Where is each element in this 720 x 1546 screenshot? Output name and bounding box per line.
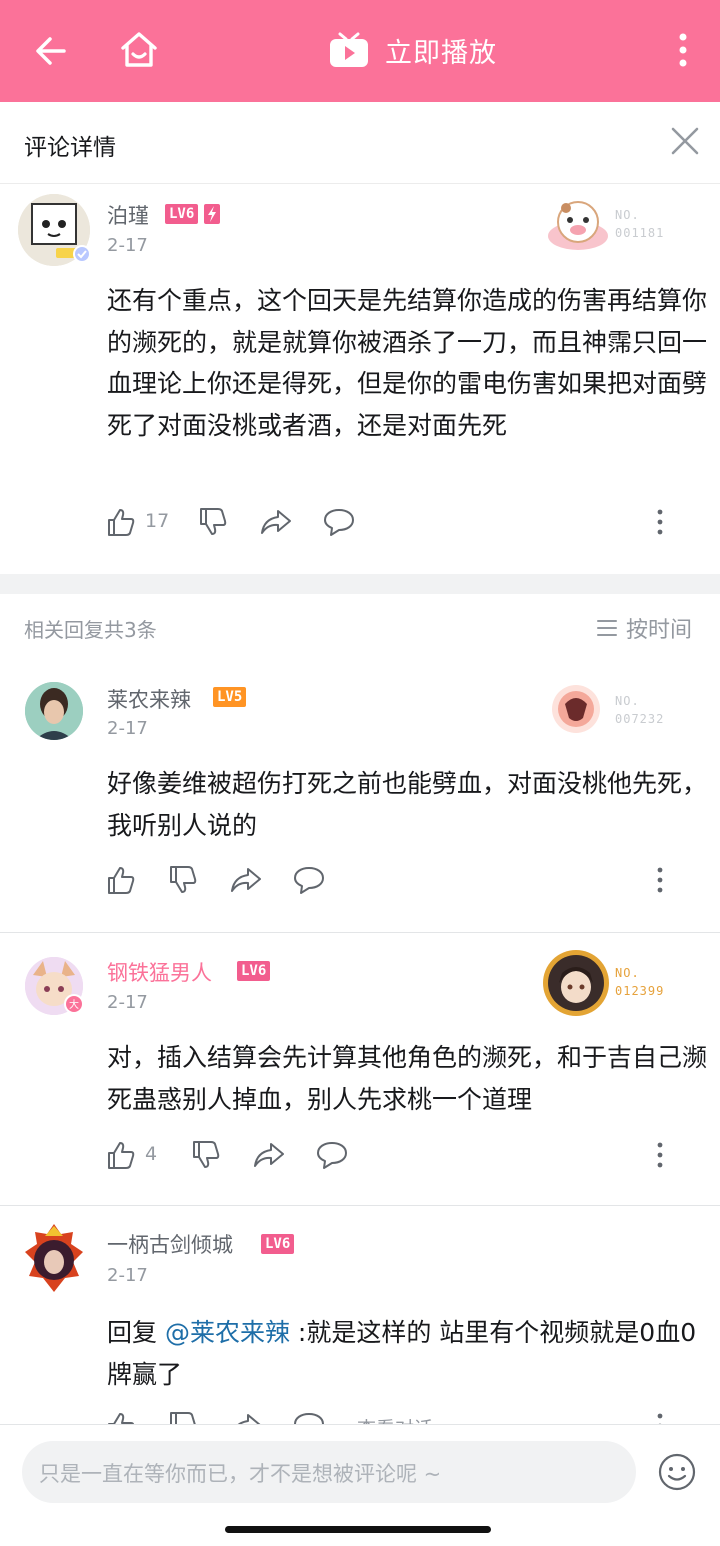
person-avatar-icon [25, 682, 83, 740]
comment-text: 对，插入结算会先计算其他角色的濒死，和于吉自己濒死蛊惑别人掉血，别人先求桃一个道… [107, 1043, 708, 1114]
share-icon[interactable] [230, 1411, 262, 1424]
level-badge: LV5 [213, 687, 247, 707]
top-bar: 立即播放 [0, 0, 720, 102]
home-indicator [225, 1526, 491, 1533]
reply-item: 大 钢铁猛男人 LV6 2-17 NO. 012399 对，插入结算会先计算其他… [0, 933, 720, 1205]
username[interactable]: 泊瑾 [107, 200, 149, 230]
username[interactable]: 一柄古剑倾城 [107, 1229, 233, 1259]
comment-date: 2-17 [107, 992, 148, 1013]
comment-date: 2-17 [107, 718, 148, 739]
reply-icon[interactable] [293, 865, 325, 895]
svg-text:大: 大 [69, 998, 79, 1011]
comment-actions: 4 [107, 1140, 687, 1170]
reply-prefix: 回复 [107, 1318, 165, 1347]
like-icon[interactable] [107, 1411, 135, 1424]
play-now-label: 立即播放 [385, 37, 497, 69]
sort-label: 按时间 [626, 618, 693, 643]
avatar[interactable] [25, 682, 83, 740]
emoji-icon[interactable] [657, 1452, 697, 1492]
username[interactable]: 钢铁猛男人 [107, 957, 212, 987]
reply-item: 莱农来辣 LV5 2-17 NO. 007232 好像姜维被超伤打死之前也能劈血… [0, 662, 720, 932]
back-arrow-icon[interactable] [30, 30, 72, 72]
comment-text: 还有个重点，这个回天是先结算你造成的伤害再结算你的濒死的，就是就算你被酒杀了一刀… [107, 286, 708, 440]
dislike-icon[interactable] [192, 1140, 220, 1170]
big-member-badge-icon: 大 [64, 994, 84, 1014]
home-icon[interactable] [116, 27, 162, 73]
reply-icon[interactable] [323, 507, 355, 537]
share-icon[interactable] [230, 865, 262, 895]
fan-badge-number: NO. 012399 [615, 966, 665, 998]
comment-date: 2-17 [107, 235, 148, 256]
fan-badge-number: NO. 007232 [615, 694, 665, 726]
comment-input-bar: 只是一直在等你而已，才不是想被评论呢 ~ [0, 1424, 720, 1546]
fan-badge-cow-icon [548, 201, 608, 250]
level-badge: LV6 [165, 204, 199, 224]
like-icon[interactable] [107, 1140, 135, 1170]
level-badge: LV6 [237, 961, 271, 981]
more-vertical-icon[interactable] [653, 1411, 667, 1424]
lightning-icon [204, 204, 220, 224]
like-icon[interactable] [107, 865, 135, 895]
comment-detail-header: 评论详情 [0, 102, 720, 184]
comment-text: 好像姜维被超伤打死之前也能劈血，对面没桃他先死，我听别人说的 [107, 769, 708, 840]
level-badge: LV6 [261, 1234, 295, 1254]
comment-date: 2-17 [107, 1265, 148, 1286]
reply-count: 相关回复共3条 [24, 618, 157, 642]
flame-frame-avatar-icon [25, 1224, 83, 1292]
more-vertical-icon[interactable] [653, 507, 667, 537]
sort-lines-icon [597, 620, 617, 636]
more-vertical-icon[interactable] [653, 865, 667, 895]
share-icon[interactable] [253, 1140, 285, 1170]
more-vertical-icon[interactable] [653, 1140, 667, 1170]
input-placeholder: 只是一直在等你而已，才不是想被评论呢 ~ [39, 1462, 442, 1486]
fan-badge-gold-avatar-icon [543, 950, 609, 1016]
like-icon[interactable] [107, 507, 135, 537]
close-icon[interactable] [668, 124, 702, 158]
reply-item: 一柄古剑倾城 LV6 2-17 回复 @莱农来辣 :就是这样的 站里有个视频就是… [0, 1206, 720, 1424]
verified-badge-icon [73, 245, 91, 263]
mention-link[interactable]: @莱农来辣 [165, 1318, 290, 1347]
more-vertical-icon[interactable] [666, 30, 700, 72]
dislike-icon[interactable] [199, 507, 227, 537]
dislike-icon[interactable] [169, 1411, 197, 1424]
page-title: 评论详情 [24, 135, 116, 161]
avatar[interactable] [21, 1222, 87, 1294]
reply-icon[interactable] [293, 1411, 325, 1424]
like-count: 17 [145, 510, 170, 532]
username[interactable]: 莱农来辣 [107, 684, 191, 714]
comment-actions: 查看对话 [107, 1411, 687, 1424]
comment-actions [107, 865, 687, 895]
section-separator [0, 574, 720, 594]
like-count: 4 [145, 1143, 158, 1165]
comment-actions: 17 [107, 507, 687, 537]
sort-by-time-button[interactable]: 按时间 [596, 612, 692, 644]
comment-text: 回复 @莱农来辣 :就是这样的 站里有个视频就是0血0牌赢了 [107, 1312, 707, 1395]
fan-badge-number: NO. 001181 [615, 208, 665, 240]
comment-input[interactable]: 只是一直在等你而已，才不是想被评论呢 ~ [22, 1441, 636, 1503]
play-now-button[interactable]: 立即播放 [327, 30, 497, 70]
main-comment: 泊瑾 LV6 2-17 NO. 001181 还有个重点，这个回天是先结算你造成… [0, 184, 720, 574]
fan-badge-avatar-icon [552, 685, 600, 733]
replies-header: 相关回复共3条 按时间 [0, 594, 720, 662]
share-icon[interactable] [260, 507, 292, 537]
reply-icon[interactable] [316, 1140, 348, 1170]
view-conversation-link[interactable]: 查看对话 [357, 1414, 433, 1424]
dislike-icon[interactable] [169, 865, 197, 895]
tv-play-icon [330, 32, 368, 67]
